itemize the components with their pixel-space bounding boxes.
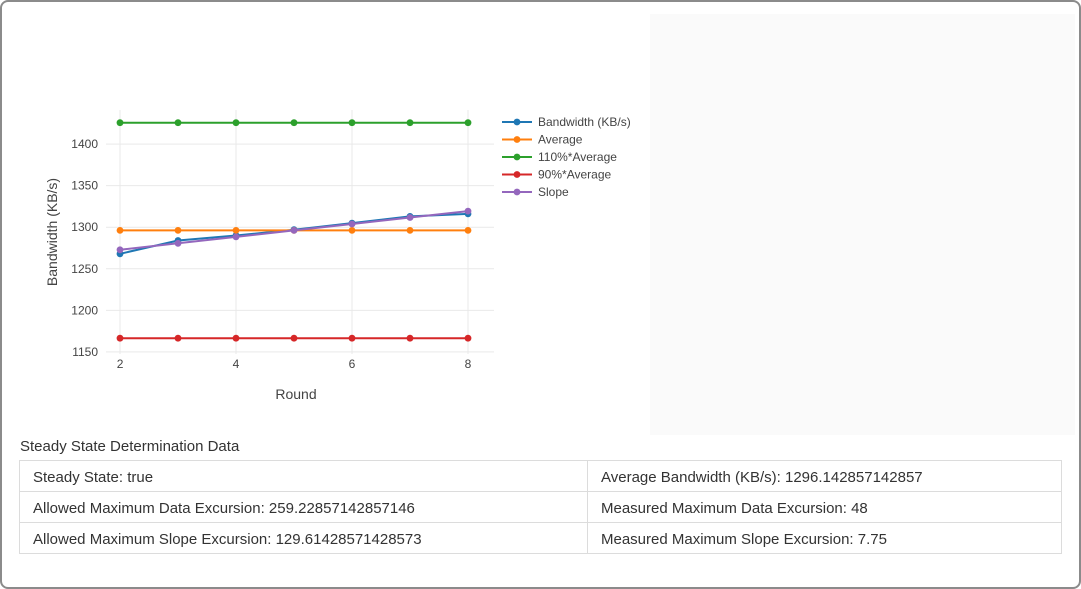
bandwidth-chart-canvas[interactable]: 1150 1200 1250 1300 1350 1400 2 4 6 8 Round Bandwid… xyxy=(4,14,650,435)
data-point[interactable] xyxy=(291,227,298,234)
data-point[interactable] xyxy=(349,335,356,342)
y-tick-label: 1150 xyxy=(72,345,98,359)
legend-marker-sample xyxy=(514,136,521,143)
data-point[interactable] xyxy=(117,246,124,253)
data-point[interactable] xyxy=(117,227,124,234)
data-point[interactable] xyxy=(407,214,414,221)
legend-item-90-average[interactable]: 90%*Average xyxy=(502,168,611,182)
data-point[interactable] xyxy=(117,119,124,126)
legend-item-slope[interactable]: Slope xyxy=(502,185,569,199)
data-point[interactable] xyxy=(175,119,182,126)
y-tick-label: 1350 xyxy=(71,179,98,193)
y-tick-label: 1400 xyxy=(71,137,98,151)
legend-marker-sample xyxy=(514,189,521,196)
legend-label: 90%*Average xyxy=(538,168,611,182)
table-cell-measured-slope-excursion: Measured Maximum Slope Excursion: 7.75 xyxy=(588,523,1062,554)
section-title: Steady State Determination Data xyxy=(20,438,239,455)
series-line xyxy=(120,214,468,254)
data-point[interactable] xyxy=(465,208,472,215)
table-row: Steady State: true Average Bandwidth (KB… xyxy=(20,461,1062,492)
legend-item-bandwidth-kb-s[interactable]: Bandwidth (KB/s) xyxy=(502,115,631,129)
data-point[interactable] xyxy=(175,227,182,234)
legend-item-110-average[interactable]: 110%*Average xyxy=(502,150,617,164)
data-point[interactable] xyxy=(291,119,298,126)
y-tick-label: 1200 xyxy=(71,303,98,317)
data-point[interactable] xyxy=(349,119,356,126)
steady-state-modal: × 1150120012501300135014002468RoundBandw… xyxy=(0,0,1081,589)
steady-state-table: Steady State: true Average Bandwidth (KB… xyxy=(19,460,1062,554)
legend-item-average[interactable]: Average xyxy=(502,133,583,147)
legend-label: Bandwidth (KB/s) xyxy=(538,115,631,129)
table-cell-allowed-slope-excursion: Allowed Maximum Slope Excursion: 129.614… xyxy=(20,523,588,554)
data-point[interactable] xyxy=(349,227,356,234)
legend-label: Slope xyxy=(538,185,569,199)
x-tick-label: 8 xyxy=(465,357,472,371)
series-110-average xyxy=(117,119,472,126)
y-tick-label: 1300 xyxy=(71,220,98,234)
table-cell-steady-state: Steady State: true xyxy=(20,461,588,492)
table-cell-measured-data-excursion: Measured Maximum Data Excursion: 48 xyxy=(588,492,1062,523)
gridlines xyxy=(106,110,494,354)
legend-marker-sample xyxy=(514,171,521,178)
legend-marker-sample xyxy=(514,119,521,126)
data-point[interactable] xyxy=(349,221,356,228)
x-tick-label: 4 xyxy=(233,357,240,371)
data-point[interactable] xyxy=(233,335,240,342)
legend-label: 110%*Average xyxy=(538,150,617,164)
bandwidth-chart[interactable]: 1150 1200 1250 1300 1350 1400 2 4 6 8 Round Bandwid… xyxy=(4,14,650,435)
x-axis-title: Round xyxy=(275,386,316,402)
table-row: Allowed Maximum Data Excursion: 259.2285… xyxy=(20,492,1062,523)
chart-row: 1150 1200 1250 1300 1350 1400 2 4 6 8 Round Bandwid… xyxy=(4,14,1075,435)
table-row: Allowed Maximum Slope Excursion: 129.614… xyxy=(20,523,1062,554)
y-axis-title: Bandwidth (KB/s) xyxy=(44,178,60,286)
x-tick-label: 6 xyxy=(349,357,356,371)
data-point[interactable] xyxy=(407,119,414,126)
table-cell-average-bandwidth: Average Bandwidth (KB/s): 1296.142857142… xyxy=(588,461,1062,492)
y-tick-label: 1250 xyxy=(71,262,98,276)
data-point[interactable] xyxy=(175,240,182,247)
data-point[interactable] xyxy=(465,119,472,126)
data-point[interactable] xyxy=(117,335,124,342)
legend-marker-sample xyxy=(514,154,521,161)
data-point[interactable] xyxy=(465,227,472,234)
legend: Bandwidth (KB/s) Average 110%*Average 90%*A… xyxy=(502,115,631,199)
data-point[interactable] xyxy=(175,335,182,342)
series-90-average xyxy=(117,335,472,342)
data-point[interactable] xyxy=(233,234,240,241)
x-tick-label: 2 xyxy=(117,357,124,371)
data-point[interactable] xyxy=(407,335,414,342)
data-point[interactable] xyxy=(233,119,240,126)
data-point[interactable] xyxy=(407,227,414,234)
data-point[interactable] xyxy=(291,335,298,342)
legend-label: Average xyxy=(538,133,583,147)
data-point[interactable] xyxy=(233,227,240,234)
table-cell-allowed-data-excursion: Allowed Maximum Data Excursion: 259.2285… xyxy=(20,492,588,523)
data-point[interactable] xyxy=(465,335,472,342)
